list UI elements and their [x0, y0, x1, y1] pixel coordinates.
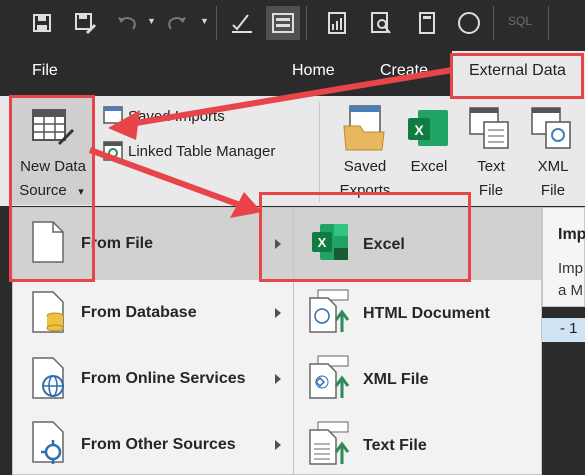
query-icon[interactable] — [364, 6, 398, 40]
undo-caret-icon[interactable]: ▼ — [147, 16, 156, 26]
saved-imports-button[interactable]: Saved Imports — [128, 108, 225, 125]
status-strip-text: - 1 — [560, 320, 578, 337]
excel-export-icon: X — [406, 108, 450, 153]
redo-caret-icon[interactable]: ▼ — [200, 16, 209, 26]
ribbon-group-separator — [319, 102, 320, 202]
xml-file-export-icon — [530, 106, 574, 155]
save-icon[interactable] — [25, 6, 59, 40]
menu-item-from-database[interactable]: From Database — [13, 280, 293, 346]
menu-item-from-online-services[interactable]: From Online Services — [13, 346, 293, 412]
text-file-icon — [308, 420, 352, 471]
text-file-export-label-line1[interactable]: Text — [466, 155, 516, 179]
menu-item-label: From Other Sources — [81, 436, 236, 453]
annotation-box-new-data-source — [9, 95, 95, 282]
tooltip: Imp Imp a M — [542, 207, 585, 307]
saved-exports-icon — [342, 104, 388, 157]
tab-file[interactable]: File — [32, 62, 58, 80]
linked-table-manager-icon — [103, 141, 123, 166]
quick-access-toolbar: ▼ ▼ SQL — [0, 0, 585, 46]
xml-file-export-label-line2[interactable]: File — [528, 179, 578, 203]
menu-item-html-document[interactable]: HTML Document — [294, 280, 541, 346]
form-view-icon[interactable] — [266, 6, 300, 40]
sql-view-label[interactable]: SQL — [508, 14, 532, 28]
excel-export-button[interactable]: Excel — [402, 155, 456, 179]
connector-icon — [31, 420, 65, 471]
tab-home[interactable]: Home — [292, 62, 335, 80]
save-as-icon[interactable] — [68, 6, 102, 40]
annotation-box-excel — [259, 192, 471, 282]
text-file-export-label-line2[interactable]: File — [466, 179, 516, 203]
menu-item-label: HTML Document — [363, 305, 490, 322]
tab-create[interactable]: Create — [380, 62, 428, 80]
menu-item-text-file[interactable]: Text File — [294, 412, 541, 475]
toolbar-separator — [548, 6, 549, 40]
saved-exports-label-line1[interactable]: Saved — [332, 155, 398, 179]
text-file-export-icon — [468, 106, 512, 155]
report-icon[interactable] — [320, 6, 354, 40]
status-strip: - 1 — [542, 318, 585, 342]
menu-item-label: From Database — [81, 304, 197, 321]
svg-text:X: X — [414, 122, 424, 138]
chevron-right-icon — [275, 308, 281, 318]
chevron-right-icon — [275, 440, 281, 450]
menu-item-from-other-sources[interactable]: From Other Sources — [13, 412, 293, 475]
html-document-icon — [308, 288, 352, 339]
notebook-icon[interactable] — [410, 6, 444, 40]
xml-file-icon — [308, 354, 352, 405]
redo-icon[interactable] — [160, 6, 194, 40]
toolbar-separator — [493, 6, 494, 40]
menu-item-label: Text File — [363, 437, 427, 454]
tooltip-text-line2: a M — [558, 282, 584, 299]
menu-item-label: From Online Services — [81, 370, 246, 387]
menu-item-xml-file[interactable]: XML File — [294, 346, 541, 412]
design-view-icon[interactable] — [225, 6, 259, 40]
chevron-right-icon — [275, 374, 281, 384]
undo-icon[interactable] — [110, 6, 144, 40]
tooltip-text-line1: Imp — [558, 260, 584, 277]
toolbar-separator — [306, 6, 307, 40]
tooltip-title: Imp — [558, 226, 585, 243]
saved-imports-icon — [103, 106, 123, 129]
toolbar-separator — [216, 6, 217, 40]
menu-item-label: XML File — [363, 371, 429, 388]
linked-table-manager-button[interactable]: Linked Table Manager — [128, 143, 275, 160]
database-icon — [31, 290, 65, 339]
xml-file-export-label-line1[interactable]: XML — [528, 155, 578, 179]
annotation-box-external-data — [450, 53, 584, 99]
globe-icon — [31, 356, 65, 405]
circle-icon[interactable] — [452, 6, 486, 40]
